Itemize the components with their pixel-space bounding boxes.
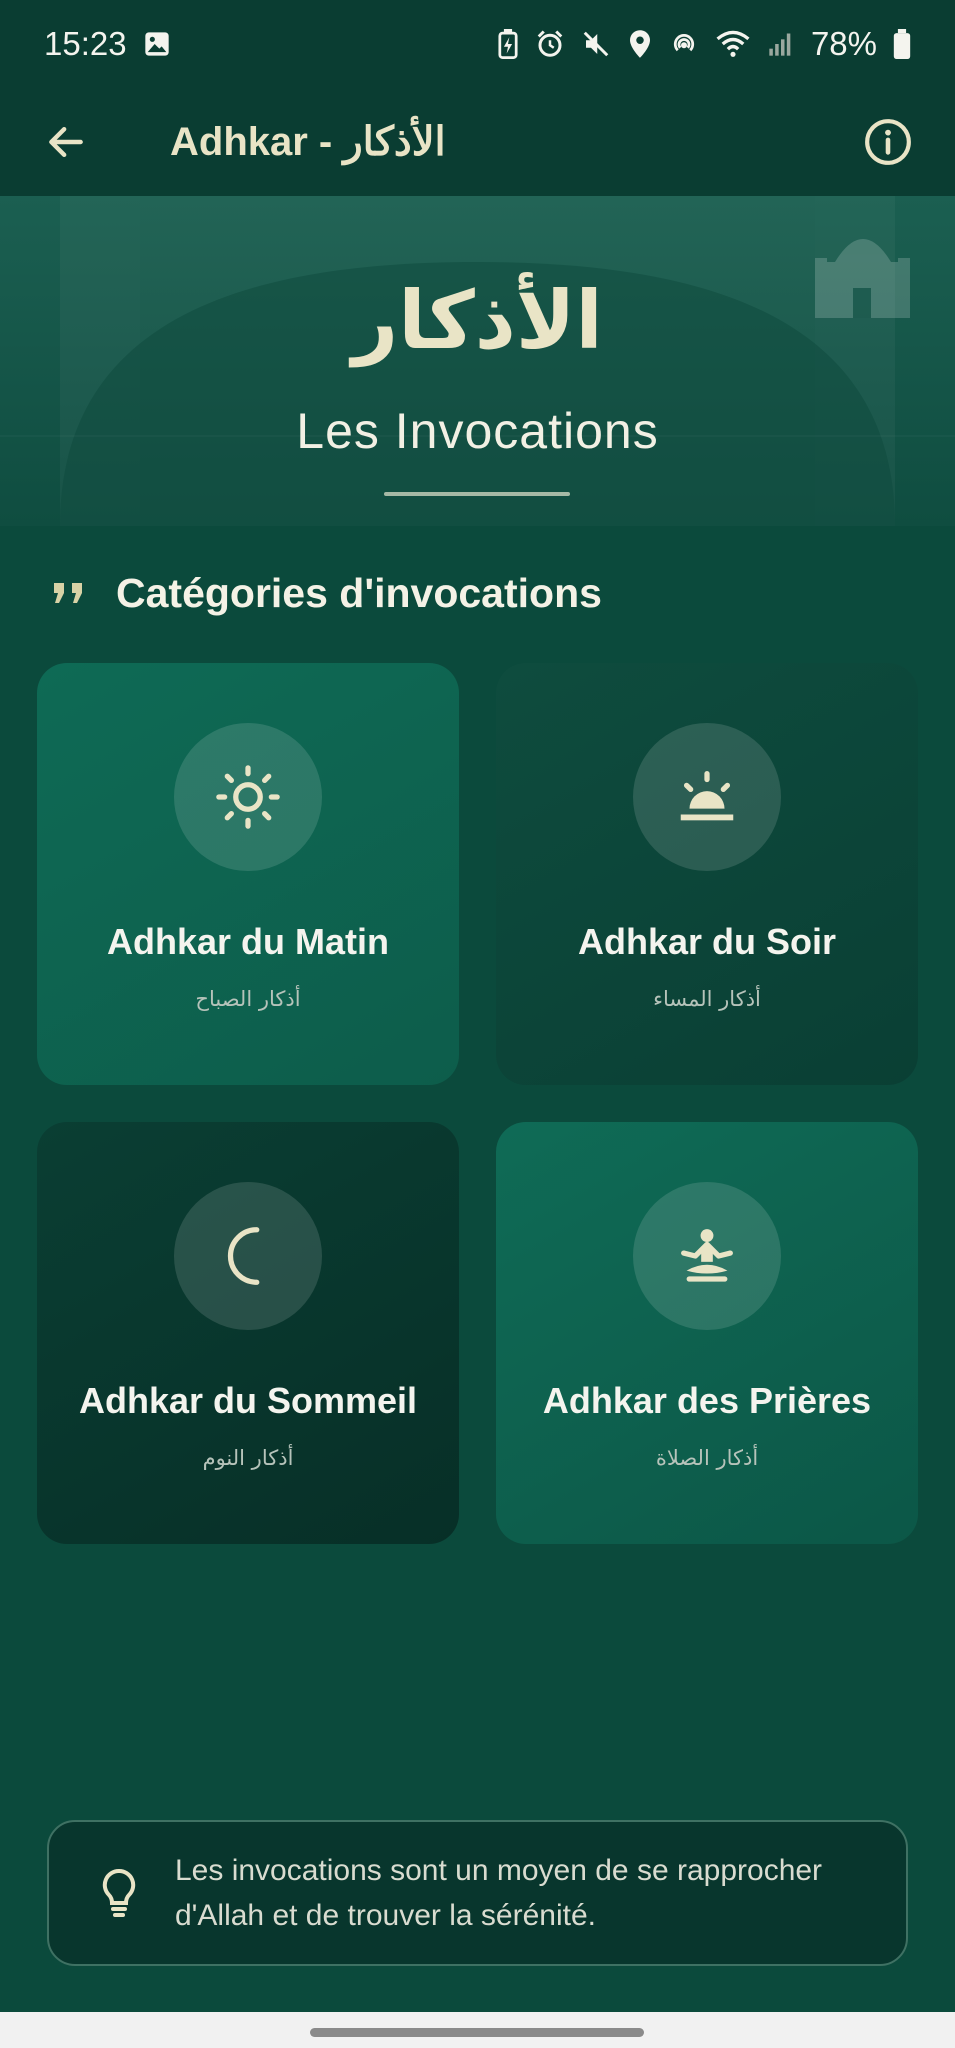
back-button[interactable] [40, 116, 92, 168]
section-header: Catégories d'invocations [52, 570, 602, 617]
card-icon-circle [633, 1182, 781, 1330]
status-time: 15:23 [44, 25, 127, 62]
card-icon-circle [174, 1182, 322, 1330]
hotspot-icon [669, 29, 699, 59]
category-card-prieres[interactable]: Adhkar des Prières أذكار الصلاة [496, 1122, 918, 1544]
location-icon [627, 29, 653, 59]
prayer-icon [681, 1229, 733, 1282]
image-icon [143, 30, 171, 58]
card-arabic-subtitle: أذكار النوم [202, 1446, 294, 1470]
arrow-left-icon [49, 126, 83, 158]
card-title: Adhkar du Matin [106, 921, 389, 962]
app-bar: Adhkar - الأذكار [0, 88, 955, 196]
info-button[interactable] [861, 115, 915, 169]
hero-subtitle: Les Invocations [296, 403, 659, 459]
status-bar: 15:23 78% [0, 0, 955, 88]
battery-icon [893, 29, 911, 59]
card-icon-circle [633, 723, 781, 871]
card-title: Adhkar du Sommeil [78, 1380, 418, 1421]
info-icon [865, 119, 911, 165]
hero-divider [384, 492, 570, 496]
category-card-matin[interactable]: Adhkar du Matin أذكار الصباح [37, 663, 459, 1085]
home-gesture-handle[interactable] [310, 2028, 644, 2037]
signal-icon [767, 30, 795, 58]
moon-icon [227, 1227, 260, 1285]
card-arabic-subtitle: أذكار الصباح [195, 987, 301, 1011]
mute-icon [581, 29, 611, 59]
status-right: 78% [497, 25, 911, 63]
card-icon-circle [174, 723, 322, 871]
status-left: 15:23 [44, 25, 171, 63]
card-title: Adhkar des Prières [542, 1380, 872, 1421]
alarm-icon [535, 29, 565, 59]
hero-banner: الأذكار Les Invocations [0, 196, 955, 526]
category-card-soir[interactable]: Adhkar du Soir أذكار المساء [496, 663, 918, 1085]
tip-text: Les invocations sont un moyen de se rapp… [175, 1854, 823, 1932]
battery-percent: 78% [810, 25, 877, 62]
category-card-sommeil[interactable]: Adhkar du Sommeil أذكار النوم [37, 1122, 459, 1544]
system-nav-bar [0, 2012, 955, 2048]
page-title: Adhkar - الأذكار [170, 120, 446, 164]
section-title: Catégories d'invocations [116, 570, 602, 616]
tip-banner: Les invocations sont un moyen de se rapp… [47, 1820, 908, 1966]
lightbulb-icon [102, 1868, 136, 1917]
card-arabic-subtitle: أذكار المساء [653, 987, 761, 1011]
wifi-icon [715, 29, 751, 59]
card-title: Adhkar du Soir [577, 921, 837, 962]
card-arabic-subtitle: أذكار الصلاة [655, 1446, 759, 1470]
battery-saver-icon [497, 29, 519, 59]
sunset-icon [680, 771, 734, 821]
quote-icon [54, 582, 82, 603]
sun-icon [216, 765, 280, 829]
hero-arabic-title: الأذكار [352, 274, 603, 367]
